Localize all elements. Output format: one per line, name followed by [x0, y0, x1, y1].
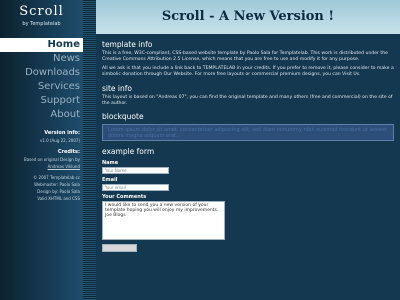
main-content: template info This is a free, W3C-compli…	[102, 36, 394, 252]
comments-textarea[interactable]: I would like to send you a new version o…	[102, 201, 225, 240]
site-info-paragraph: This layout is based on "Andreas 07", yo…	[102, 95, 393, 106]
sidebar: Scroll by Templatelab Home News Download…	[0, 0, 83, 300]
template-info-paragraph-1: This is a free, W3C-compliant, CSS-based…	[102, 51, 388, 62]
page-header: Scroll - A New Version !	[96, 0, 400, 34]
version-info-title: Version info:	[44, 130, 80, 136]
credits-author-link[interactable]: Andreas Viklund	[0, 164, 80, 169]
nav-home[interactable]: Home	[0, 38, 83, 52]
template-info-paragraph-2: All we ask is that you include a link ba…	[102, 66, 394, 77]
footer-copyright: © 2007 Templatelab.cc	[33, 175, 80, 180]
blockquote: Lorem ipsum dolor sit amet, consectetuer…	[102, 124, 394, 141]
footer-design: Design by: Paolo Sala	[37, 189, 80, 194]
credits: Credits: Based on original Design by And…	[0, 149, 83, 169]
logo[interactable]: Scroll by Templatelab	[0, 0, 83, 28]
submit-button[interactable]	[102, 244, 137, 252]
version-info: Version info: v1.0 (Aug 22, 2007)	[0, 130, 83, 143]
name-field[interactable]: Your Name	[102, 167, 169, 174]
nav-about[interactable]: About	[0, 108, 83, 122]
logo-title: Scroll	[19, 4, 64, 19]
footer-webmaster: Webmaster: Paolo Sala	[34, 182, 80, 187]
blockquote-text: Lorem ipsum dolor sit amet, consectetuer…	[108, 127, 388, 139]
nav-services[interactable]: Services	[0, 80, 83, 94]
credits-title: Credits:	[57, 149, 80, 155]
email-field[interactable]: Your email	[102, 184, 169, 191]
version-info-text: v1.0 (Aug 22, 2007)	[39, 138, 80, 143]
main-navigation: Home News Downloads Services Support Abo…	[0, 38, 83, 122]
nav-support[interactable]: Support	[0, 94, 83, 108]
site-info-heading: site info	[102, 84, 132, 93]
nav-news[interactable]: News	[0, 52, 83, 66]
nav-downloads[interactable]: Downloads	[0, 66, 83, 80]
sidebar-divider	[83, 0, 96, 300]
footer-valid: Valid XHTML and CSS	[37, 196, 80, 201]
blockquote-heading: blockquote	[102, 112, 144, 121]
name-label: Name	[102, 160, 119, 166]
form-heading: example form	[102, 147, 155, 156]
logo-subtitle: by Templatelab	[22, 21, 61, 27]
template-info-heading: template info	[102, 40, 153, 49]
credits-text: Based on original Design by	[23, 157, 80, 162]
sidebar-footer: © 2007 Templatelab.cc Webmaster: Paolo S…	[0, 175, 83, 201]
email-label: Email	[102, 177, 118, 183]
comments-label: Your Comments	[102, 194, 147, 200]
page-title: Scroll - A New Version !	[161, 9, 335, 24]
